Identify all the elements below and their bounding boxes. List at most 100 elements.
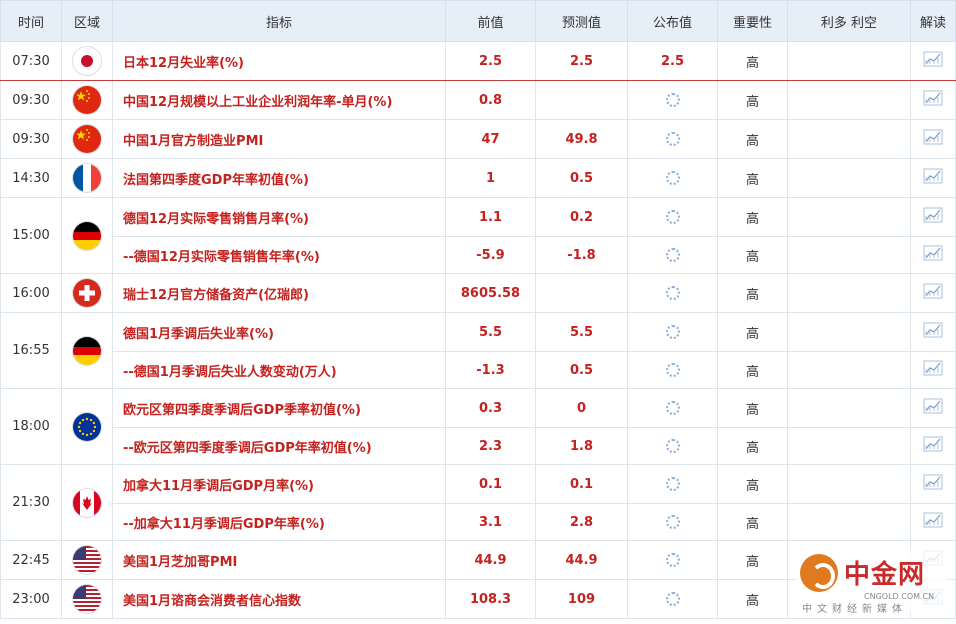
actual-value-pending bbox=[627, 503, 718, 541]
forecast-value bbox=[535, 273, 628, 313]
indicator-name[interactable]: --德国1月季调后失业人数变动(万人) bbox=[112, 351, 446, 389]
importance-level: 高 bbox=[717, 503, 788, 541]
chart-analysis-icon[interactable] bbox=[923, 322, 943, 342]
analysis-cell[interactable] bbox=[910, 388, 956, 428]
chart-analysis-icon[interactable] bbox=[923, 245, 943, 265]
indicator-name[interactable]: 德国12月实际零售销售月率(%) bbox=[112, 197, 446, 237]
event-time: 15:00 bbox=[0, 197, 62, 274]
event-time: 09:30 bbox=[0, 119, 62, 159]
forecast-value: 5.5 bbox=[535, 312, 628, 352]
indicator-name[interactable]: 中国12月规模以上工业企业利润年率-单月(%) bbox=[112, 80, 446, 120]
indicator-name[interactable]: 中国1月官方制造业PMI bbox=[112, 119, 446, 159]
analysis-cell[interactable] bbox=[910, 80, 956, 120]
analysis-cell[interactable] bbox=[910, 351, 956, 389]
actual-value-pending bbox=[627, 197, 718, 237]
previous-value: 5.5 bbox=[445, 312, 536, 352]
analysis-cell[interactable] bbox=[910, 119, 956, 159]
loading-spinner-icon bbox=[665, 210, 680, 224]
china-flag-icon bbox=[73, 86, 101, 114]
economic-calendar-table: 时间 区域 指标 前值 预测值 公布值 重要性 利多 利空 解读 07:30 日本… bbox=[0, 0, 956, 619]
indicator-name[interactable]: 美国1月芝加哥PMI bbox=[112, 540, 446, 580]
chart-analysis-icon[interactable] bbox=[923, 168, 943, 188]
chart-analysis-icon[interactable] bbox=[923, 360, 943, 380]
bull-bear-cell bbox=[787, 427, 911, 465]
bull-bear-cell bbox=[787, 80, 911, 120]
indicator-name[interactable]: 德国1月季调后失业率(%) bbox=[112, 312, 446, 352]
indicator-name[interactable]: 日本12月失业率(%) bbox=[112, 41, 446, 81]
chart-analysis-icon[interactable] bbox=[923, 129, 943, 149]
indicator-name[interactable]: --德国12月实际零售销售年率(%) bbox=[112, 236, 446, 274]
indicator-name[interactable]: 美国1月谘商会消费者信心指数 bbox=[112, 579, 446, 619]
analysis-cell[interactable] bbox=[910, 236, 956, 274]
importance-level: 高 bbox=[717, 427, 788, 465]
previous-value: 1.1 bbox=[445, 197, 536, 237]
previous-value: 1 bbox=[445, 158, 536, 198]
indicator-name[interactable]: --加拿大11月季调后GDP年率(%) bbox=[112, 503, 446, 541]
importance-level: 高 bbox=[717, 236, 788, 274]
table-row: 07:30 日本12月失业率(%) 2.5 2.5 2.5 高 bbox=[0, 41, 956, 81]
indicator-name[interactable]: --欧元区第四季度季调后GDP年率初值(%) bbox=[112, 427, 446, 465]
analysis-cell[interactable] bbox=[910, 312, 956, 352]
bull-bear-cell bbox=[787, 119, 911, 159]
table-row: 15:00 德国12月实际零售销售月率(%) 1.1 0.2 高 bbox=[0, 197, 956, 274]
region-cell bbox=[61, 80, 113, 120]
header-previous: 前值 bbox=[445, 0, 536, 42]
chart-analysis-icon[interactable] bbox=[923, 207, 943, 227]
header-actual: 公布值 bbox=[627, 0, 718, 42]
loading-spinner-icon bbox=[665, 477, 680, 491]
event-time: 16:00 bbox=[0, 273, 62, 313]
forecast-value: 0.5 bbox=[535, 351, 628, 389]
forecast-value: 109 bbox=[535, 579, 628, 619]
forecast-value: 44.9 bbox=[535, 540, 628, 580]
chart-analysis-icon[interactable] bbox=[923, 283, 943, 303]
chart-analysis-icon[interactable] bbox=[923, 51, 943, 71]
analysis-cell[interactable] bbox=[910, 197, 956, 237]
chart-analysis-icon[interactable] bbox=[923, 436, 943, 456]
forecast-value: 2.8 bbox=[535, 503, 628, 541]
header-forecast: 预测值 bbox=[535, 0, 628, 42]
indicator-name[interactable]: 欧元区第四季度季调后GDP季率初值(%) bbox=[112, 388, 446, 428]
importance-level: 高 bbox=[717, 158, 788, 198]
analysis-cell[interactable] bbox=[910, 503, 956, 541]
chart-analysis-icon[interactable] bbox=[923, 474, 943, 494]
analysis-cell[interactable] bbox=[910, 273, 956, 313]
indicator-name[interactable]: 瑞士12月官方储备资产(亿瑞郎) bbox=[112, 273, 446, 313]
bull-bear-cell bbox=[787, 351, 911, 389]
event-time: 07:30 bbox=[0, 41, 62, 81]
indicator-name[interactable]: 法国第四季度GDP年率初值(%) bbox=[112, 158, 446, 198]
header-region: 区域 bbox=[61, 0, 113, 42]
analysis-cell[interactable] bbox=[910, 427, 956, 465]
previous-value: 0.3 bbox=[445, 388, 536, 428]
loading-spinner-icon bbox=[665, 439, 680, 453]
eu-flag-icon bbox=[73, 412, 101, 441]
chart-analysis-icon[interactable] bbox=[923, 90, 943, 110]
canada-flag-icon bbox=[73, 488, 101, 517]
analysis-cell[interactable] bbox=[910, 41, 956, 81]
chart-analysis-icon[interactable] bbox=[923, 398, 943, 418]
previous-value: 44.9 bbox=[445, 540, 536, 580]
header-analysis: 解读 bbox=[910, 0, 956, 42]
header-importance: 重要性 bbox=[717, 0, 788, 42]
germany-flag-icon bbox=[73, 221, 101, 250]
bull-bear-cell bbox=[787, 236, 911, 274]
previous-value: 2.5 bbox=[445, 41, 536, 81]
table-row: 09:30 中国1月官方制造业PMI 47 49.8 高 bbox=[0, 119, 956, 159]
actual-value-pending bbox=[627, 464, 718, 504]
analysis-cell[interactable] bbox=[910, 158, 956, 198]
usa-flag-icon bbox=[73, 585, 101, 613]
chart-analysis-icon[interactable] bbox=[923, 512, 943, 532]
indicator-name[interactable]: 加拿大11月季调后GDP月率(%) bbox=[112, 464, 446, 504]
analysis-cell[interactable] bbox=[910, 464, 956, 504]
region-cell bbox=[61, 540, 113, 580]
importance-level: 高 bbox=[717, 464, 788, 504]
loading-spinner-icon bbox=[665, 286, 680, 300]
bull-bear-cell bbox=[787, 197, 911, 237]
table-row: --欧元区第四季度季调后GDP年率初值(%) 2.3 1.8 高 bbox=[1, 427, 956, 465]
loading-spinner-icon bbox=[665, 553, 680, 567]
bull-bear-cell bbox=[787, 388, 911, 428]
cngold-watermark: 中金网 CNGOLD.COM.CN 中文财经新媒体 bbox=[796, 550, 946, 615]
table-header-row: 时间 区域 指标 前值 预测值 公布值 重要性 利多 利空 解读 bbox=[0, 0, 956, 42]
switzerland-flag-icon bbox=[73, 279, 101, 307]
previous-value: 108.3 bbox=[445, 579, 536, 619]
loading-spinner-icon bbox=[665, 363, 680, 377]
